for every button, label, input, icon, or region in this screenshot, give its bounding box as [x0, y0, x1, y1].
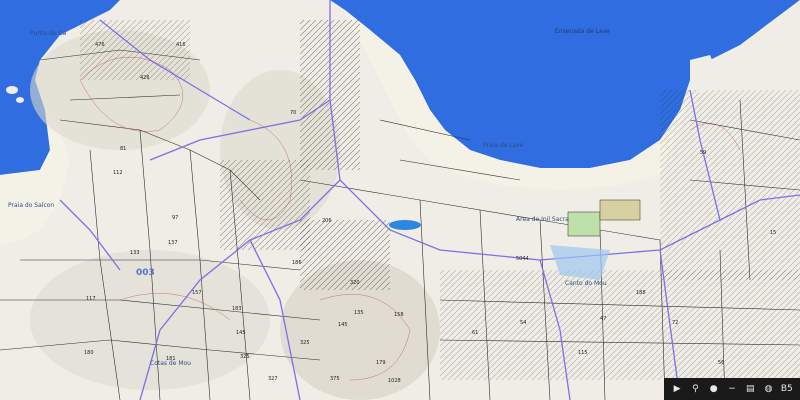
plot-number: 59 [700, 150, 707, 156]
plot-number: 112 [113, 170, 123, 176]
plot-number: 1028 [388, 378, 401, 384]
plot-number: 181 [166, 356, 176, 362]
plot-number: 476 [95, 42, 105, 48]
plot-number: 327 [268, 376, 278, 382]
info-icon[interactable]: ◍ [762, 382, 776, 396]
plot-number: 188 [636, 290, 646, 296]
minus-icon[interactable]: − [725, 382, 739, 396]
plot-number: 15 [770, 230, 777, 236]
plot-number: 133 [130, 250, 140, 256]
label-ensenada: Ensenada de Laxe [555, 28, 610, 35]
plot-number: 81 [120, 146, 127, 152]
islet [6, 86, 18, 94]
plot-number: 180 [84, 350, 94, 356]
scale-label[interactable]: B5 [780, 382, 794, 396]
plot-number: 183 [232, 306, 242, 312]
plot-number: 61 [472, 330, 479, 336]
label-pedra: Praia do Salcon [8, 202, 55, 209]
plot-number: 47 [600, 316, 607, 322]
play-icon[interactable]: ▶ [670, 382, 684, 396]
plot-number: 70 [290, 110, 297, 116]
plot-number: 206 [322, 218, 332, 224]
islet [16, 97, 24, 103]
urban-area [660, 90, 800, 280]
plot-number: 416 [176, 42, 186, 48]
map-canvas [0, 0, 800, 400]
plot-number: 5044 [516, 256, 529, 262]
sports-field [567, 211, 601, 237]
label-canto: Canto do Mou [565, 280, 607, 287]
plot-number: 186 [292, 260, 302, 266]
plot-number: 157 [192, 290, 202, 296]
plot-number: 115 [578, 350, 588, 356]
plot-number: 56 [718, 360, 725, 366]
label-playa: Praia de Laxe [483, 142, 524, 149]
plot-number: 97 [172, 215, 179, 221]
plot-number: 179 [376, 360, 386, 366]
plot-number: 320 [350, 280, 360, 286]
plot-number: 375 [330, 376, 340, 382]
plot-number: 325 [300, 340, 310, 346]
plot-number: 325 [240, 354, 250, 360]
urban-area [440, 270, 800, 380]
pond [389, 220, 421, 230]
plot-number: 54 [520, 320, 527, 326]
print-icon[interactable]: ▤ [743, 382, 757, 396]
label-punta: Punta de Ca [30, 30, 67, 37]
label-sector: 003 [136, 268, 155, 278]
zoom-icon[interactable]: ⚲ [688, 382, 702, 396]
label-area-sur: Area de Inil Sacra [516, 216, 569, 223]
plot-number: 158 [394, 312, 404, 318]
plot-number: 135 [354, 310, 364, 316]
plot-number: 137 [168, 240, 178, 246]
cadastral-map[interactable]: Punta de Ca Ensenada de Laxe Praia de La… [0, 0, 800, 400]
plot-number: 145 [236, 330, 246, 336]
plot-number: 145 [338, 322, 348, 328]
plot-number: 117 [86, 296, 96, 302]
map-toolbar: ▶ ⚲ ● − ▤ ◍ B5 [664, 378, 800, 400]
plot-number: 426 [140, 75, 150, 81]
urban-area [300, 220, 390, 290]
urban-area [80, 20, 190, 80]
layers-icon[interactable]: ● [707, 382, 721, 396]
sports-field [599, 199, 641, 221]
plot-number: 72 [672, 320, 679, 326]
